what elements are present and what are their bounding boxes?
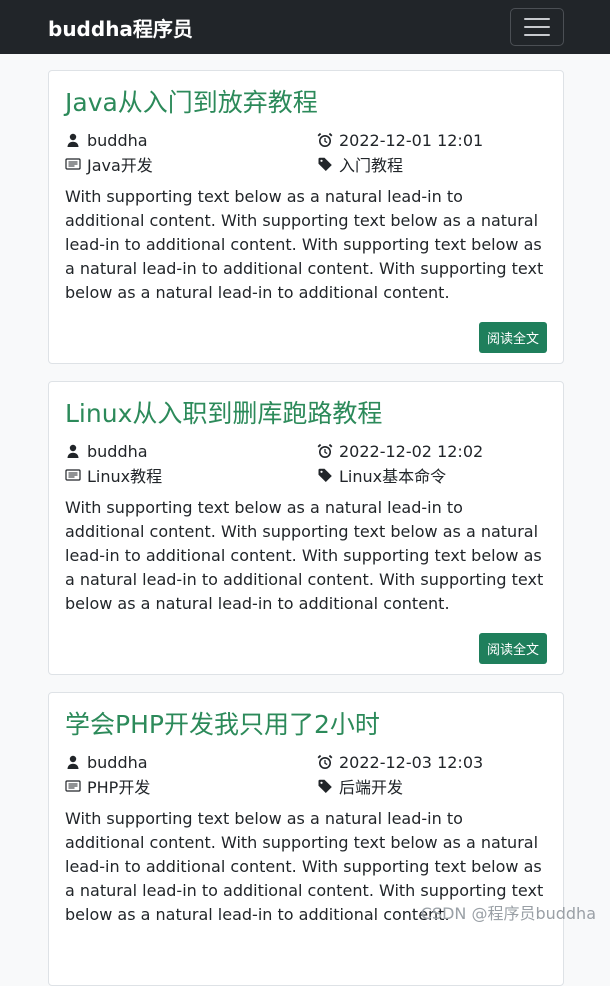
- post-list: Java从入门到放弃教程 buddha 2022-12-01 12:01 Jav…: [0, 54, 610, 986]
- watermark: CSDN @程序员buddha: [420, 904, 596, 923]
- hamburger-icon: [524, 18, 550, 20]
- post-card: Java从入门到放弃教程 buddha 2022-12-01 12:01 Jav…: [48, 70, 564, 364]
- category: PHP开发: [65, 775, 317, 797]
- tag: Linux基本命令: [317, 464, 547, 486]
- alarm-clock-icon: [317, 754, 333, 769]
- card-text-icon: [65, 158, 81, 170]
- datetime: 2022-12-01 12:01: [317, 129, 547, 151]
- category: Linux教程: [65, 464, 317, 486]
- post-title[interactable]: Linux从入职到删库跑路教程: [65, 396, 547, 432]
- tag: 入门教程: [317, 153, 547, 175]
- datetime: 2022-12-02 12:02: [317, 440, 547, 462]
- card-text-icon: [65, 780, 81, 792]
- post-title[interactable]: 学会PHP开发我只用了2小时: [65, 707, 547, 743]
- user-icon: [67, 133, 79, 147]
- author: buddha: [65, 751, 317, 773]
- user-icon: [67, 755, 79, 769]
- read-more-button[interactable]: 阅读全文: [478, 322, 547, 353]
- tag-icon: [318, 779, 332, 793]
- author: buddha: [65, 129, 317, 151]
- post-card: Linux从入职到删库跑路教程 buddha 2022-12-02 12:02 …: [48, 381, 564, 675]
- brand-logo[interactable]: buddha程序员: [48, 13, 193, 42]
- author: buddha: [65, 440, 317, 462]
- post-card: 学会PHP开发我只用了2小时 buddha 2022-12-03 12:03 P…: [48, 692, 564, 986]
- card-text-icon: [65, 469, 81, 481]
- top-navbar: buddha程序员: [0, 0, 610, 54]
- read-more-button[interactable]: 阅读全文: [478, 633, 547, 664]
- post-meta: buddha 2022-12-02 12:02 Linux教程 Linux基本命…: [65, 440, 547, 486]
- alarm-clock-icon: [317, 443, 333, 458]
- tag-icon: [318, 157, 332, 171]
- post-title[interactable]: Java从入门到放弃教程: [65, 85, 547, 121]
- tag: 后端开发: [317, 775, 547, 797]
- category: Java开发: [65, 153, 317, 175]
- menu-toggle-button[interactable]: [510, 8, 564, 46]
- alarm-clock-icon: [317, 132, 333, 147]
- post-meta: buddha 2022-12-01 12:01 Java开发 入门教程: [65, 129, 547, 175]
- datetime: 2022-12-03 12:03: [317, 751, 547, 773]
- tag-icon: [318, 468, 332, 482]
- user-icon: [67, 444, 79, 458]
- post-excerpt: With supporting text below as a natural …: [65, 187, 544, 302]
- post-excerpt: With supporting text below as a natural …: [65, 498, 544, 613]
- post-meta: buddha 2022-12-03 12:03 PHP开发 后端开发: [65, 751, 547, 797]
